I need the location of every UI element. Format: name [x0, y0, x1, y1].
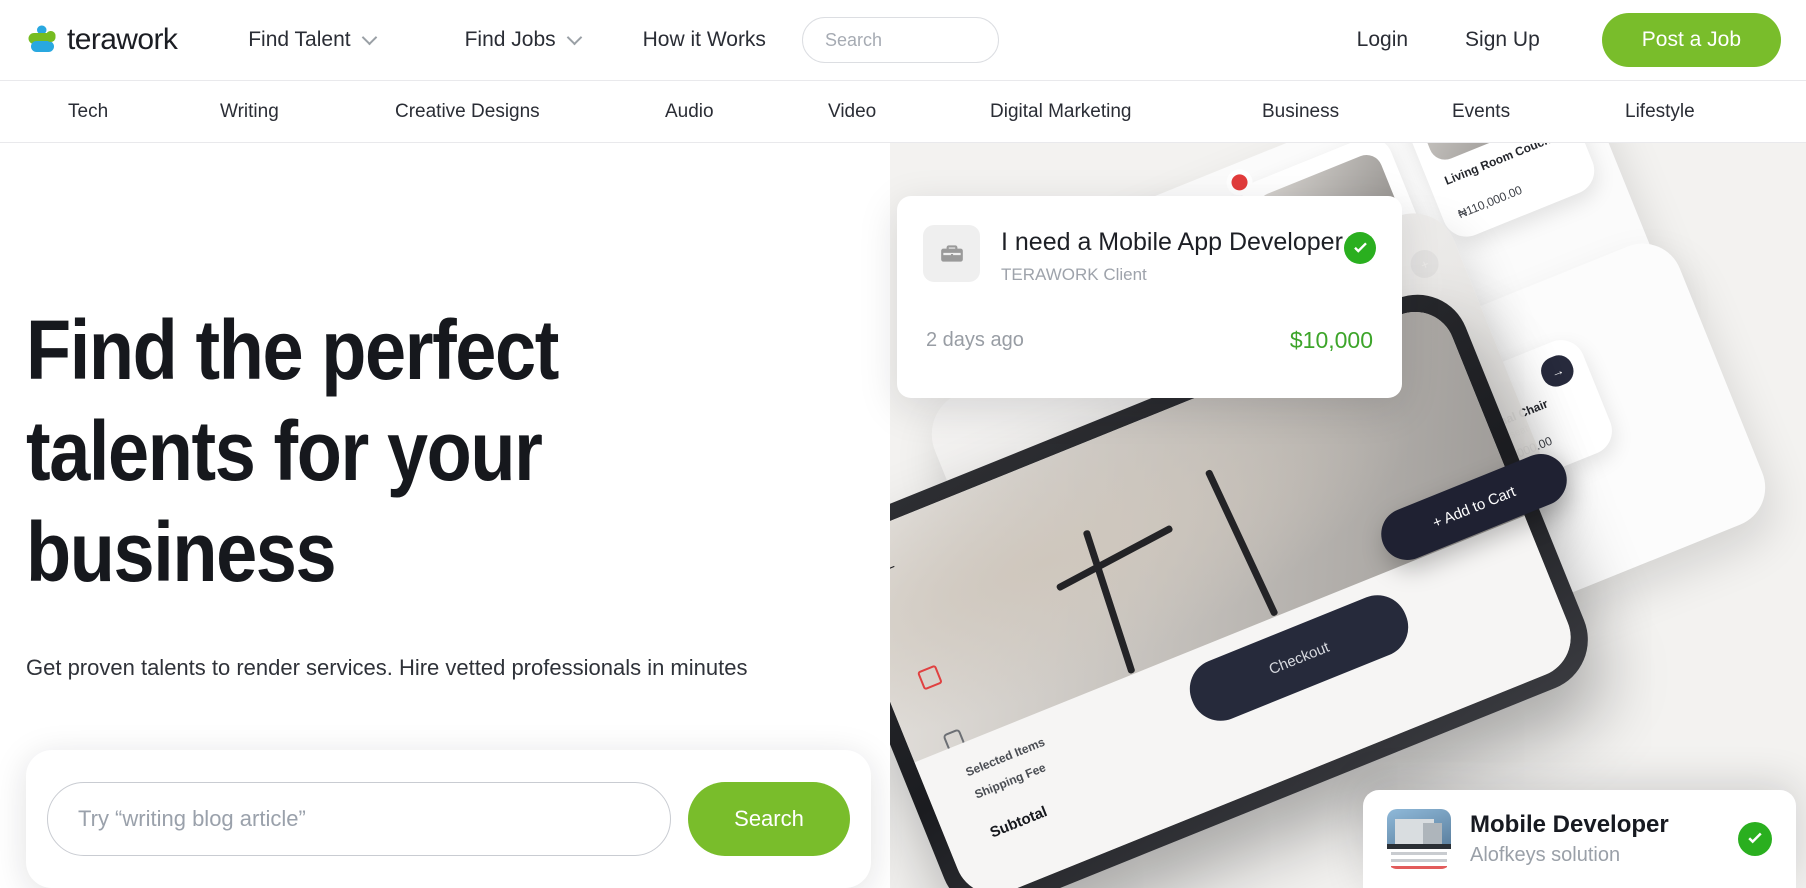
- terawork-logo-icon: [26, 24, 59, 57]
- account-actions: Login Sign Up Post a Job: [1357, 13, 1781, 67]
- talent-preview-card[interactable]: Mobile Developer Alofkeys solution: [1363, 790, 1796, 888]
- post-a-job-button[interactable]: Post a Job: [1601, 13, 1781, 67]
- talent-thumb-text-lines: [1390, 852, 1448, 856]
- mockup-arrow-button: →: [1536, 351, 1578, 391]
- hero-search-button[interactable]: Search: [688, 782, 850, 856]
- header-search-input[interactable]: Search: [801, 17, 999, 63]
- brand-name: terawork: [67, 23, 178, 56]
- landing-page: terawork Find Talent Find Jobs How it Wo…: [0, 0, 1806, 888]
- hero-title-line-1: Find the perfect: [26, 303, 559, 397]
- nav-item-find-jobs[interactable]: Find Jobs: [465, 28, 582, 52]
- job-card-footer: 2 days ago $10,000: [897, 327, 1402, 354]
- briefcase-icon: [923, 225, 980, 282]
- category-navigation-bar: Tech Writing Creative Designs Audio Vide…: [0, 81, 1806, 143]
- login-link[interactable]: Login: [1357, 28, 1408, 52]
- category-events[interactable]: Events: [1452, 101, 1510, 123]
- category-audio[interactable]: Audio: [665, 101, 714, 123]
- chevron-down-icon: [364, 32, 377, 45]
- check-circle-icon: [1344, 232, 1376, 264]
- talent-title: Mobile Developer: [1470, 811, 1669, 838]
- mockup-chair-rail: [1056, 524, 1175, 592]
- talent-thumb-band: [1387, 843, 1451, 850]
- mockup-label-subtotal: Subtotal: [987, 803, 1050, 842]
- top-navigation-bar: terawork Find Talent Find Jobs How it Wo…: [0, 0, 1806, 81]
- talent-card-meta: Mobile Developer Alofkeys solution: [1470, 811, 1738, 867]
- talent-thumbnail: [1387, 809, 1451, 869]
- hero-content: Find the perfect talents for your busine…: [26, 300, 906, 692]
- job-budget: $10,000: [1289, 327, 1373, 353]
- category-video[interactable]: Video: [828, 101, 876, 123]
- chevron-down-icon: [569, 32, 582, 45]
- hero-title-line-2: talents for your: [26, 404, 543, 498]
- mockup-chair-leg: [1204, 469, 1279, 618]
- job-posted-time: 2 days ago: [926, 329, 1024, 351]
- job-card-meta: I need a Mobile App Developer TERAWORK C…: [1001, 225, 1344, 285]
- category-tech[interactable]: Tech: [68, 101, 108, 123]
- category-business[interactable]: Business: [1262, 101, 1339, 123]
- primary-nav-links: Find Talent Find Jobs How it Works: [248, 28, 766, 52]
- mockup-label-living-room-price: ₦110,000.00: [1455, 182, 1525, 222]
- job-preview-card[interactable]: I need a Mobile App Developer TERAWORK C…: [897, 196, 1402, 398]
- nav-item-find-talent[interactable]: Find Talent: [248, 28, 376, 52]
- nav-item-how-it-works[interactable]: How it Works: [643, 28, 766, 52]
- nav-item-find-talent-label: Find Talent: [248, 28, 351, 51]
- nav-item-how-it-works-label: How it Works: [642, 28, 766, 51]
- signup-link[interactable]: Sign Up: [1465, 28, 1540, 52]
- header-search-placeholder: Search: [824, 29, 882, 50]
- nav-item-find-jobs-label: Find Jobs: [464, 28, 556, 51]
- hero-search-panel: Try “writing blog article” Search: [26, 750, 871, 888]
- talent-thumb-building-secondary: [1422, 823, 1443, 847]
- job-card-header: I need a Mobile App Developer TERAWORK C…: [897, 196, 1402, 285]
- category-creative-designs[interactable]: Creative Designs: [395, 101, 540, 123]
- check-circle-icon: [1738, 822, 1772, 856]
- brand-logo[interactable]: terawork: [26, 23, 178, 57]
- hero-title-line-3: business: [26, 505, 337, 599]
- hero-search-placeholder: Try “writing blog article”: [78, 806, 306, 831]
- hero-search-input[interactable]: Try “writing blog article”: [47, 782, 671, 856]
- category-writing[interactable]: Writing: [220, 101, 279, 123]
- job-title: I need a Mobile App Developer: [1001, 228, 1343, 256]
- hero-subtitle: Get proven talents to render services. H…: [26, 655, 748, 680]
- talent-company: Alofkeys solution: [1470, 844, 1621, 866]
- category-lifestyle[interactable]: Lifestyle: [1625, 101, 1695, 123]
- category-digital-marketing[interactable]: Digital Marketing: [990, 101, 1132, 123]
- job-client-name: TERAWORK Client: [1001, 265, 1147, 284]
